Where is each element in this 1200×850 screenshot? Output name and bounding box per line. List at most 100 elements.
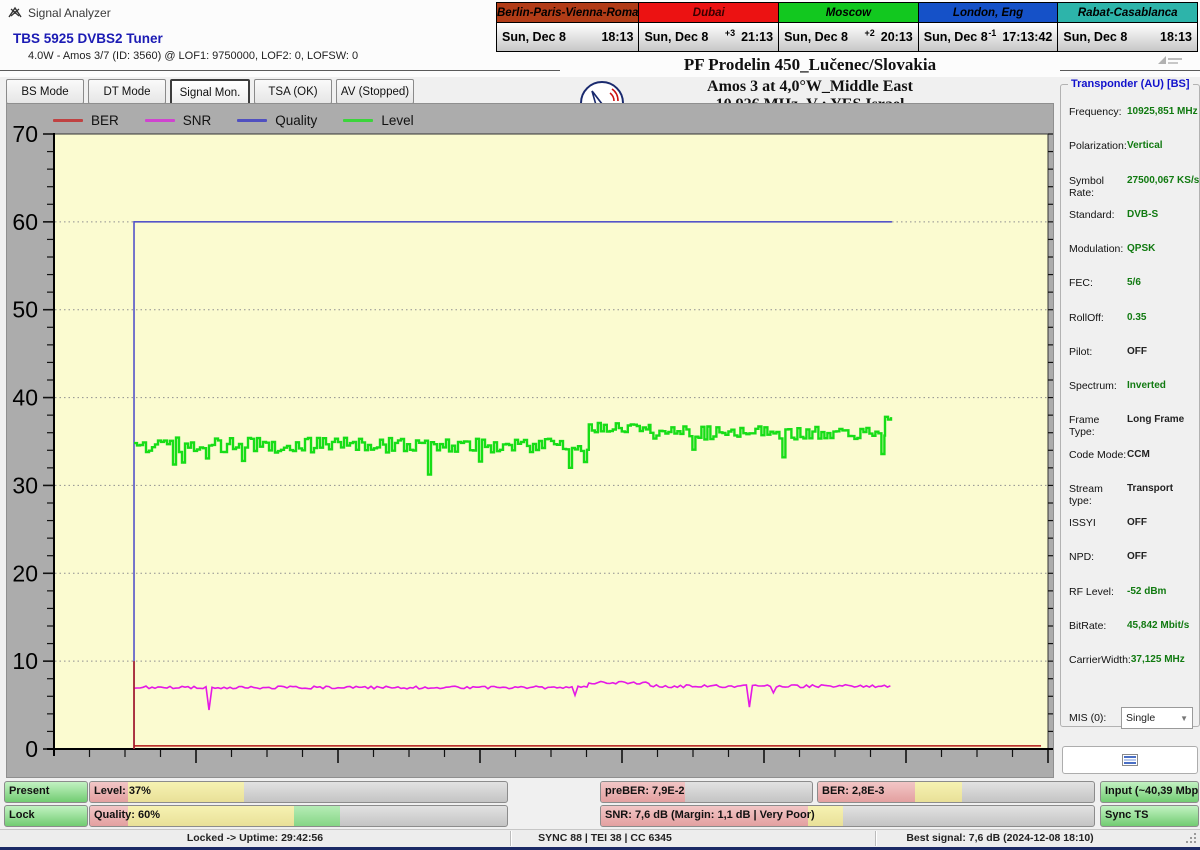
signal-chart-plot: 0 10 20 30 40 50 60 70: [12, 121, 1053, 763]
level-gauge: Level: 37%: [89, 781, 508, 803]
clock-4: London, Eng Sun, Dec 8 -1 17:13:42: [917, 2, 1059, 52]
legend-swatch: [144, 118, 175, 122]
transponder-row: Frequency: 10925,851 MHz: [1069, 106, 1199, 140]
transponder-row: Symbol Rate: 27500,067 KS/s: [1069, 175, 1199, 209]
world-clocks-panel: Berlin-Paris-Vienna-Roma Sun, Dec 8 18:13 D…: [496, 2, 1199, 52]
legend-item-quality[interactable]: Quality: [237, 113, 317, 128]
watermark-icon: [1158, 56, 1182, 64]
transponder-row: Spectrum: Inverted: [1069, 380, 1199, 414]
svg-text:20: 20: [12, 560, 38, 586]
mis-label: MIS (0):: [1069, 712, 1107, 724]
preber-gauge: preBER: 7,9E-2: [600, 781, 813, 803]
mis-select[interactable]: Single ▼: [1121, 707, 1193, 729]
transponder-row-value: Transport: [1127, 482, 1174, 494]
transponder-row-label: RF Level:: [1069, 585, 1114, 598]
legend-item-ber[interactable]: BER: [53, 113, 119, 128]
chart-legend: BER SNR Quality Level: [53, 110, 414, 130]
toolbar-button-dt-mode[interactable]: DT Mode: [88, 79, 166, 104]
transponder-row: Pilot: OFF: [1069, 346, 1199, 380]
transponder-row: Frame Type: Long Frame: [1069, 414, 1199, 448]
legend-label: BER: [91, 112, 119, 128]
toolbar-button-bs-mode[interactable]: BS Mode: [6, 79, 84, 104]
transponder-row-label: Modulation:: [1069, 243, 1124, 255]
transponder-row-label: BitRate:: [1069, 619, 1107, 632]
gauge-label: Level: 37%: [94, 785, 151, 797]
mis-select-value: Single: [1126, 712, 1156, 724]
clock-time: Sun, Dec 8 18:13: [1058, 23, 1198, 51]
transponder-row-label: NPD:: [1069, 551, 1095, 564]
transponder-row-label: ISSYI: [1069, 517, 1096, 529]
gauge-label: Lock: [9, 809, 35, 821]
legend-swatch: [53, 118, 83, 122]
statusbar-divider: [875, 831, 877, 846]
legend-swatch: [237, 118, 268, 122]
transponder-row: BitRate: 45,842 Mbit/s: [1069, 620, 1199, 654]
transponder-row-label: Stream type:: [1069, 482, 1103, 507]
transponder-row: Code Mode: CCM: [1069, 449, 1199, 483]
statusbar-divider: [510, 831, 512, 846]
svg-text:10: 10: [12, 648, 38, 674]
toolbar-button-av-stopped-[interactable]: AV (Stopped): [336, 79, 414, 104]
legend-item-level[interactable]: Level: [343, 112, 414, 128]
transponder-row: Modulation: QPSK: [1069, 243, 1199, 277]
transponder-row-label: Standard:: [1069, 208, 1115, 221]
toolbar-button-signal-mon-[interactable]: Signal Mon.: [170, 79, 250, 106]
transponder-row: Polarization: Vertical: [1069, 140, 1199, 174]
clock-city-label: London, Eng: [918, 3, 1058, 23]
gauge-label: Quality: 60%: [94, 809, 161, 821]
input-bitrate-indicator: Input (~40,39 Mbps): [1100, 781, 1199, 803]
clock-city-label: Moscow: [779, 3, 918, 23]
svg-text:50: 50: [12, 297, 38, 323]
transponder-row-value: Vertical: [1127, 140, 1163, 152]
gauge-label: BER: 2,8E-3: [822, 785, 885, 797]
transponder-row: Standard: DVB-S: [1069, 209, 1199, 243]
transponder-row-label: Symbol Rate:: [1069, 174, 1105, 199]
transponder-row-label: Polarization:: [1069, 140, 1127, 153]
transponder-row-value: 27500,067 KS/s: [1127, 174, 1200, 186]
transponder-row: Stream type: Transport: [1069, 483, 1199, 517]
transponder-row-label: RollOff:: [1069, 311, 1104, 324]
svg-text:40: 40: [12, 385, 38, 411]
status-bar: Locked -> Uptime: 29:42:56 SYNC 88 | TEI…: [0, 829, 1200, 848]
clock-1: Berlin-Paris-Vienna-Roma Sun, Dec 8 18:13: [496, 2, 640, 52]
transponder-row-label: CarrierWidth:: [1069, 654, 1131, 666]
gauge-label: Input (~40,39 Mbps): [1105, 785, 1199, 797]
legend-label: Level: [381, 112, 414, 128]
status-best-signal: Best signal: 7,6 dB (2024-12-08 18:10): [906, 832, 1094, 844]
transponder-row-label: Frame Type:: [1069, 414, 1100, 439]
transponder-row: CarrierWidth: 37,125 MHz: [1069, 654, 1199, 688]
transport-stream-button[interactable]: [1062, 746, 1198, 774]
present-indicator: Present: [4, 781, 88, 803]
transponder-row-value: 37,125 MHz: [1130, 654, 1185, 665]
transponder-row-value: 0.35: [1127, 311, 1147, 323]
legend-item-snr[interactable]: SNR: [144, 113, 211, 128]
transponder-row-label: Frequency:: [1069, 106, 1122, 118]
status-sync-counters: SYNC 88 | TEI 38 | CC 6345: [538, 832, 672, 844]
tuner-subtitle: 4.0W - Amos 3/7 (ID: 3560) @ LOF1: 97500…: [28, 50, 359, 62]
chevron-down-icon: ▼: [1180, 713, 1188, 723]
transponder-row-value: OFF: [1127, 345, 1147, 357]
resize-grip[interactable]: [1186, 833, 1197, 844]
signal-analyzer-window: Signal Analyzer TBS 5925 DVBS2 Tuner 4.0…: [0, 0, 1200, 850]
app-icon: [8, 6, 22, 18]
legend-swatch: [343, 118, 374, 122]
transponder-row-label: Pilot:: [1069, 345, 1093, 358]
clock-time: Sun, Dec 8 18:13: [497, 23, 639, 51]
transponder-row-value: QPSK: [1127, 243, 1156, 254]
gauge-label: Sync TS: [1105, 809, 1149, 821]
transponder-row-label: Spectrum:: [1069, 380, 1117, 392]
svg-text:0: 0: [25, 736, 38, 762]
toolbar-button-tsa-ok-[interactable]: TSA (OK): [254, 79, 332, 104]
transponder-row-label: Code Mode:: [1069, 448, 1127, 461]
transponder-row-value: DVB-S: [1127, 208, 1159, 220]
gauge-label: preBER: 7,9E-2: [605, 785, 685, 797]
ber-gauge: BER: 2,8E-3: [817, 781, 1095, 803]
transponder-row-label: FEC:: [1069, 277, 1093, 290]
gauge-fill-segment: [294, 806, 341, 826]
tuner-title: TBS 5925 DVBS2 Tuner: [13, 31, 163, 46]
gauge-label: Present: [9, 785, 50, 797]
legend-label: Quality: [275, 112, 318, 128]
transponder-row: FEC: 5/6: [1069, 277, 1199, 311]
clock-city-label: Dubai: [639, 3, 779, 23]
gauge-fill-segment: [914, 782, 962, 802]
